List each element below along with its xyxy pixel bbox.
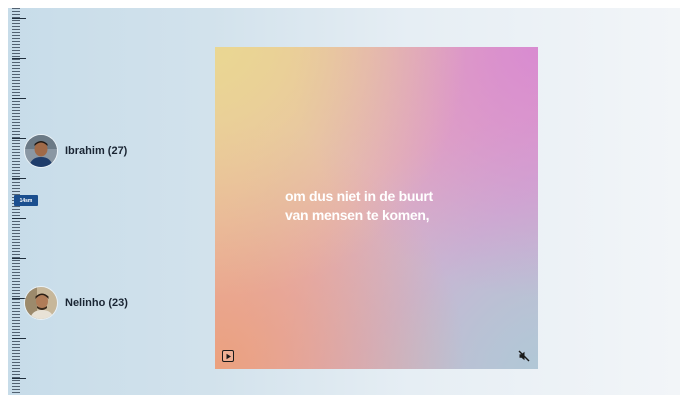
avatar [24,286,58,320]
muted-speaker-icon [518,350,530,362]
ruler-major-tick [12,98,26,99]
video-caption: om dus niet in de buurt van mensen te ko… [285,187,525,225]
ruler-major-tick [12,378,26,379]
video-player[interactable]: om dus niet in de buurt van mensen te ko… [215,47,538,369]
ruler-major-tick [12,258,26,259]
avatar [24,134,58,168]
person-name: Ibrahim (27) [65,145,128,157]
play-icon [226,353,231,359]
ruler-major-tick [12,178,26,179]
ruler-major-tick [12,218,26,219]
person-ibrahim[interactable]: Ibrahim (27) [24,134,127,168]
caption-line: van mensen te komen, [285,207,430,223]
caption-line: om dus niet in de buurt [285,188,433,204]
play-button[interactable] [222,350,234,362]
ruler-major-tick [12,58,26,59]
ruler-major-tick [12,18,26,19]
ruler-major-tick [12,338,26,339]
person-name: Nelinho (23) [65,297,128,309]
person-nelinho[interactable]: Nelinho (23) [24,286,128,320]
mute-button[interactable] [518,349,530,362]
timeline-marker-badge: 14sm [14,195,38,206]
